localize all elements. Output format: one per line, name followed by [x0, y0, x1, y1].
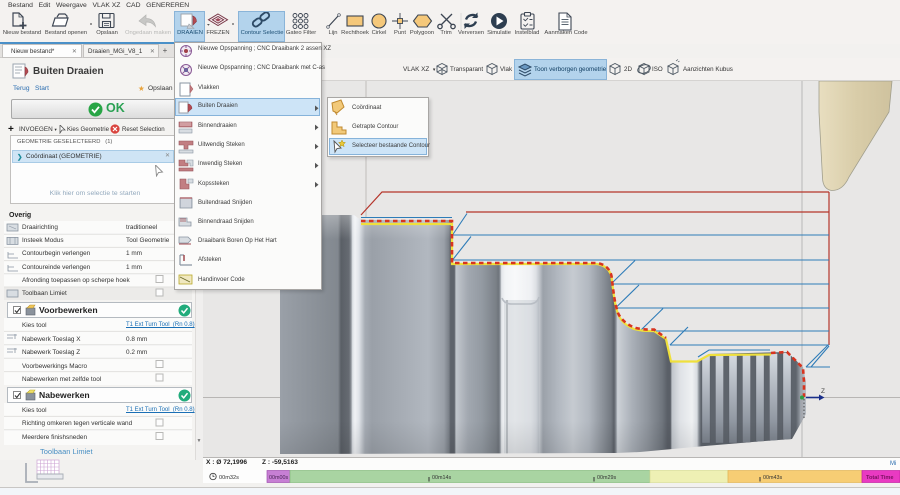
svg-text:Total Time: Total Time — [866, 475, 893, 481]
svg-text:00m32s: 00m32s — [219, 475, 239, 481]
svg-text:00m00s: 00m00s — [269, 475, 288, 481]
svg-text:00m29s: 00m29s — [597, 475, 616, 481]
svg-text:00m14s: 00m14s — [432, 475, 451, 481]
svg-text:00m43s: 00m43s — [763, 475, 782, 481]
svg-text:Z: Z — [821, 388, 825, 395]
